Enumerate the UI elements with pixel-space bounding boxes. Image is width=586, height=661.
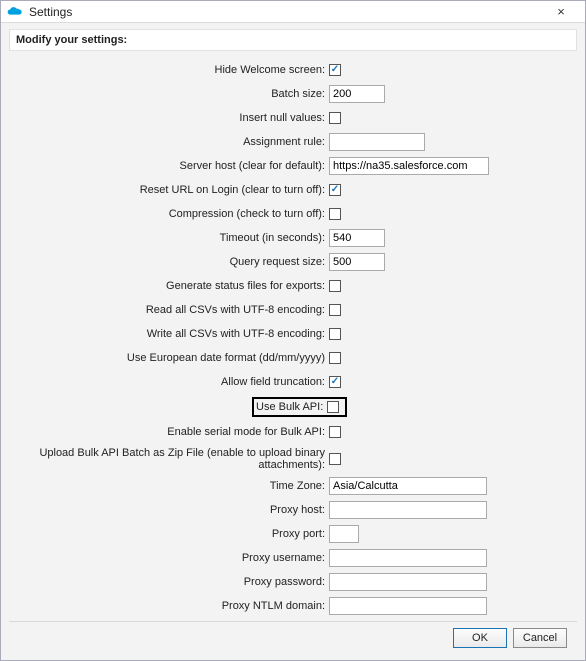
label-upload-zip: Upload Bulk API Batch as Zip File (enabl… — [9, 447, 329, 471]
label-write-utf8: Write all CSVs with UTF-8 encoding: — [9, 328, 329, 340]
input-proxy-host[interactable] — [329, 501, 487, 519]
label-reset-url: Reset URL on Login (clear to turn off): — [9, 184, 329, 196]
checkbox-euro-date[interactable] — [329, 352, 341, 364]
checkbox-read-utf8[interactable] — [329, 304, 341, 316]
close-button[interactable]: × — [541, 1, 581, 23]
label-proxy-user: Proxy username: — [9, 552, 329, 564]
checkbox-reset-url[interactable]: ✓ — [329, 184, 341, 196]
input-query-size[interactable] — [329, 253, 385, 271]
label-server-host: Server host (clear for default): — [9, 160, 329, 172]
checkbox-allow-trunc[interactable]: ✓ — [329, 376, 341, 388]
label-query-size: Query request size: — [9, 256, 329, 268]
checkbox-compression[interactable] — [329, 208, 341, 220]
label-batch-size: Batch size: — [9, 88, 329, 100]
label-read-utf8: Read all CSVs with UTF-8 encoding: — [9, 304, 329, 316]
checkbox-use-bulk-api[interactable] — [327, 401, 339, 413]
label-proxy-pass: Proxy password: — [9, 576, 329, 588]
settings-form: Hide Welcome screen: ✓ Batch size: Inser… — [9, 55, 577, 622]
checkbox-gen-status[interactable] — [329, 280, 341, 292]
label-proxy-host: Proxy host: — [9, 504, 329, 516]
settings-window: Settings × Modify your settings: Hide We… — [0, 0, 586, 661]
input-proxy-port[interactable] — [329, 525, 359, 543]
input-assignment-rule[interactable] — [329, 133, 425, 151]
cancel-button[interactable]: Cancel — [513, 628, 567, 648]
dialog-footer: OK Cancel — [9, 622, 577, 656]
label-serial-bulk: Enable serial mode for Bulk API: — [9, 426, 329, 438]
label-time-zone: Time Zone: — [9, 480, 329, 492]
section-header: Modify your settings: — [9, 29, 577, 51]
label-compression: Compression (check to turn off): — [9, 208, 329, 220]
highlight-use-bulk-api: Use Bulk API: — [252, 397, 347, 417]
input-server-host[interactable] — [329, 157, 489, 175]
input-batch-size[interactable] — [329, 85, 385, 103]
checkbox-upload-zip[interactable] — [329, 453, 341, 465]
label-use-bulk-api: Use Bulk API: — [256, 401, 327, 413]
input-proxy-pass[interactable] — [329, 573, 487, 591]
label-euro-date: Use European date format (dd/mm/yyyy) — [9, 352, 329, 364]
label-insert-null: Insert null values: — [9, 112, 329, 124]
label-assignment-rule: Assignment rule: — [9, 136, 329, 148]
titlebar: Settings × — [1, 1, 585, 23]
input-time-zone[interactable] — [329, 477, 487, 495]
ok-button[interactable]: OK — [453, 628, 507, 648]
label-gen-status: Generate status files for exports: — [9, 280, 329, 292]
label-hide-welcome: Hide Welcome screen: — [9, 64, 329, 76]
content-area: Modify your settings: Hide Welcome scree… — [1, 23, 585, 660]
checkbox-hide-welcome[interactable]: ✓ — [329, 64, 341, 76]
label-proxy-ntlm: Proxy NTLM domain: — [9, 600, 329, 612]
label-allow-trunc: Allow field truncation: — [9, 376, 329, 388]
checkbox-serial-bulk[interactable] — [329, 426, 341, 438]
window-title: Settings — [29, 5, 72, 19]
salesforce-cloud-icon — [7, 6, 23, 18]
input-timeout[interactable] — [329, 229, 385, 247]
label-proxy-port: Proxy port: — [9, 528, 329, 540]
label-timeout: Timeout (in seconds): — [9, 232, 329, 244]
checkbox-insert-null[interactable] — [329, 112, 341, 124]
input-proxy-ntlm[interactable] — [329, 597, 487, 615]
checkbox-write-utf8[interactable] — [329, 328, 341, 340]
input-proxy-user[interactable] — [329, 549, 487, 567]
